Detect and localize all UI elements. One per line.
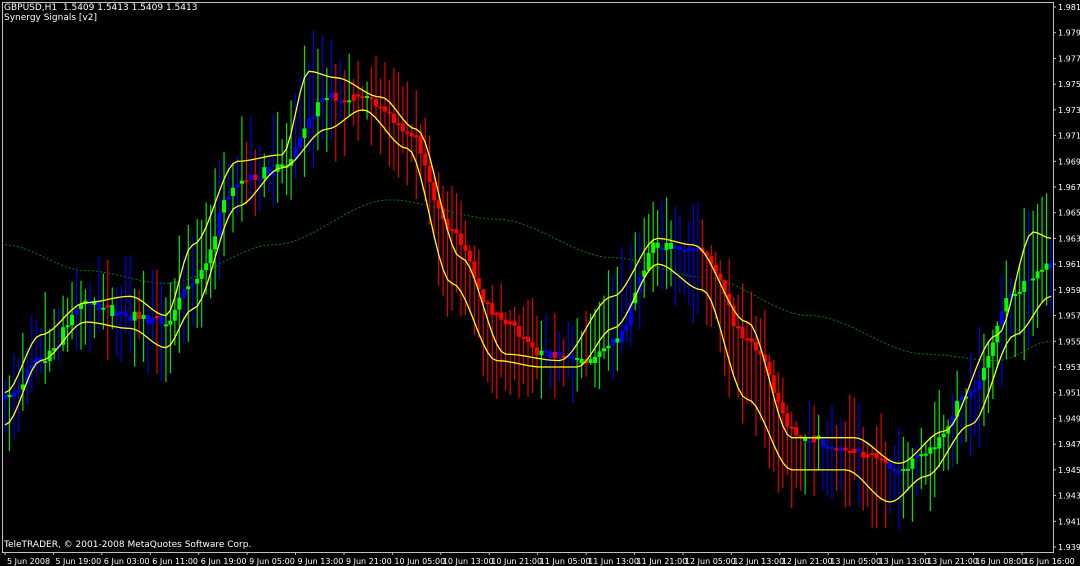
y-tick-label: 1.9755: [1058, 80, 1080, 89]
plot-frame: [2, 2, 1054, 553]
y-tick-label: 1.9695: [1058, 157, 1080, 166]
chart-window: 1.9815 1.9795 1.9775 1.9755 1.9735 1.9715 1.96…: [0, 0, 1080, 566]
x-tick-label: 6 Jun 11:00: [152, 557, 198, 566]
y-tick-label: 1.9515: [1058, 389, 1080, 398]
x-tick-label: 16 Jun 16:00: [1024, 557, 1075, 566]
y-tick-label: 1.9575: [1058, 312, 1080, 321]
x-tick-label: 6 Jun 03:00: [104, 557, 150, 566]
x-tick-label: 13 Jun 13:00: [879, 557, 930, 566]
y-tick-label: 1.9815: [1058, 3, 1080, 12]
x-tick-label: 16 Jun 08:00: [976, 557, 1027, 566]
y-tick-label: 1.9775: [1058, 54, 1080, 63]
x-tick-label: 12 Jun 13:00: [733, 557, 784, 566]
y-tick-label: 1.9555: [1058, 337, 1080, 346]
y-tick-label: 1.9435: [1058, 492, 1080, 501]
x-tick-label: 12 Jun 05:00: [685, 557, 736, 566]
y-tick-label: 1.9595: [1058, 286, 1080, 295]
x-tick-label: 13 Jun 21:00: [927, 557, 978, 566]
symbol-header: GBPUSD,H1 1.5409 1.5413 1.5409 1.5413: [4, 3, 198, 13]
y-tick-label: 1.9635: [1058, 234, 1080, 243]
y-tick-label: 1.9395: [1058, 543, 1080, 552]
y-tick-label: 1.9535: [1058, 363, 1080, 372]
x-tick-label: 9 Jun 13:00: [298, 557, 344, 566]
y-tick-label: 1.9475: [1058, 440, 1080, 449]
x-tick-label: 11 Jun 21:00: [637, 557, 688, 566]
x-tick-label: 5 Jun 19:00: [55, 557, 101, 566]
x-tick-label: 5 Jun 2008: [7, 557, 50, 566]
y-tick-label: 1.9455: [1058, 466, 1080, 475]
x-tick-label: 10 Jun 21:00: [491, 557, 542, 566]
y-tick-label: 1.9675: [1058, 183, 1080, 192]
x-tick-label: 9 Jun 21:00: [346, 557, 392, 566]
indicator-name: Synergy Signals [v2]: [4, 13, 97, 23]
y-tick-label: 1.9715: [1058, 132, 1080, 141]
x-tick-label: 12 Jun 21:00: [782, 557, 833, 566]
y-tick-label: 1.9735: [1058, 106, 1080, 115]
x-tick-label: 11 Jun 05:00: [540, 557, 591, 566]
y-tick-label: 1.9655: [1058, 209, 1080, 218]
x-tick-label: 10 Jun 05:00: [394, 557, 445, 566]
x-tick-label: 6 Jun 19:00: [201, 557, 247, 566]
y-tick-label: 1.9615: [1058, 260, 1080, 269]
y-tick-label: 1.9415: [1058, 517, 1080, 526]
y-tick-label: 1.9795: [1058, 29, 1080, 38]
x-tick-label: 10 Jun 13:00: [443, 557, 494, 566]
y-tick-label: 1.9495: [1058, 414, 1080, 423]
copyright-text: TeleTRADER, © 2001-2008 MetaQuotes Softw…: [4, 540, 252, 550]
x-tick-label: 9 Jun 05:00: [249, 557, 295, 566]
x-tick-label: 11 Jun 13:00: [588, 557, 639, 566]
x-tick-label: 13 Jun 05:00: [830, 557, 881, 566]
